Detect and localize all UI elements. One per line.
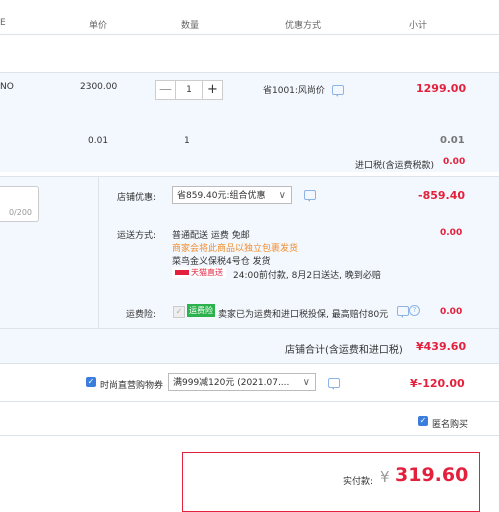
tmall-direct-badge-label: 天猫直送 <box>191 268 223 277</box>
shipping-warehouse: 菜鸟金义保税4号仓 发货 <box>172 257 271 267</box>
shop-total-value: ¥439.60 <box>416 340 467 353</box>
shop-discount-select[interactable]: 省859.40元:组合优惠 ∨ <box>172 186 292 204</box>
tax-unit-price: 0.01 <box>88 136 109 146</box>
header-col-price: 单价 <box>89 21 108 31</box>
tax-subtotal: 0.01 <box>440 135 465 146</box>
help-icon[interactable]: ? <box>397 305 420 318</box>
quantity-input[interactable]: 1 <box>176 80 202 100</box>
insurance-checkbox[interactable]: ✓ <box>173 306 185 318</box>
shipping-separate-notice: 商家会将此商品以独立包裹发货 <box>172 244 299 254</box>
shipping-delivery-promise: 24:00前付款, 8月2日送达, 晚到必赔 <box>233 271 381 281</box>
shop-total-bottom-border <box>0 363 499 364</box>
shipping-method: 普通配送 运费 免邮 <box>172 231 250 241</box>
shop-total-label: 店铺合计(含运费和进口税) <box>285 345 403 356</box>
insurance-label: 运费险: <box>126 310 157 320</box>
options-divider <box>98 176 99 328</box>
insurance-text: 卖家已为运费和进口税投保, 最高赔付80元 <box>218 310 389 320</box>
payment-label: 实付款: <box>343 477 374 487</box>
header-col-promo: 优惠方式 <box>285 21 322 31</box>
item-top-border <box>0 72 499 73</box>
message-counter: 0/200 <box>8 208 32 217</box>
shipping-label: 运送方式: <box>117 231 157 241</box>
shop-discount-value: -859.40 <box>418 189 466 202</box>
anonymous-checkbox[interactable]: ✓ <box>418 416 428 426</box>
header-col-subtotal: 小计 <box>409 21 428 31</box>
chat-bubble-icon[interactable] <box>328 378 340 390</box>
insurance-value: 0.00 <box>440 307 463 317</box>
chevron-down-icon: ∨ <box>302 377 310 388</box>
coupon-checkbox[interactable]: ✓ <box>86 377 96 387</box>
coupon-select[interactable]: 满999减120元 (2021.07.... ∨ <box>168 373 316 391</box>
tax-quantity: 1 <box>184 136 190 146</box>
chat-bubble-icon[interactable] <box>304 190 316 202</box>
quantity-decrease-button[interactable]: — <box>155 80 176 100</box>
payment-currency: ¥ <box>380 468 390 486</box>
quantity-increase-button[interactable]: + <box>202 80 223 100</box>
payment-amount: 319.60 <box>395 464 469 486</box>
tmall-logo-icon <box>175 270 189 275</box>
chat-bubble-icon[interactable] <box>332 85 344 97</box>
header-col-quantity: 数量 <box>181 21 200 31</box>
item-unit-price: 2300.00 <box>80 82 118 92</box>
insurance-badge: 运费险 <box>187 304 215 317</box>
item-name[interactable]: NO <box>0 82 14 92</box>
chevron-down-icon: ∨ <box>278 190 286 201</box>
coupon-selected: 满999减120元 (2021.07.... <box>173 378 290 388</box>
header-col-item: E <box>0 18 6 28</box>
shop-discount-label: 店铺优惠: <box>117 193 157 203</box>
message-textarea[interactable]: 0/200 <box>0 186 39 222</box>
chat-bubble-icon <box>397 306 409 318</box>
anonymous-label: 匿名购买 <box>432 420 469 430</box>
item-promo: 省1001:风尚价 <box>263 86 325 96</box>
shop-discount-selected: 省859.40元:组合优惠 <box>177 191 266 201</box>
shipping-value: 0.00 <box>440 228 463 238</box>
item-subtotal: 1299.00 <box>416 82 467 95</box>
anonymous-bottom-border <box>0 435 499 436</box>
header-divider <box>0 34 499 35</box>
import-tax-label: 进口税(含运费税款) <box>355 161 435 171</box>
coupon-label: 时尚直营购物券 <box>100 381 164 391</box>
coupon-bottom-border <box>0 401 499 402</box>
quantity-stepper[interactable]: — 1 + <box>155 80 223 100</box>
question-icon: ? <box>409 305 420 316</box>
tmall-direct-badge: 天猫直送 <box>172 267 226 278</box>
options-top-border <box>0 176 499 177</box>
import-tax-value: 0.00 <box>443 157 466 167</box>
payment-summary-box: 实付款: ¥ 319.60 <box>182 452 480 512</box>
coupon-value: ¥-120.00 <box>410 377 465 390</box>
